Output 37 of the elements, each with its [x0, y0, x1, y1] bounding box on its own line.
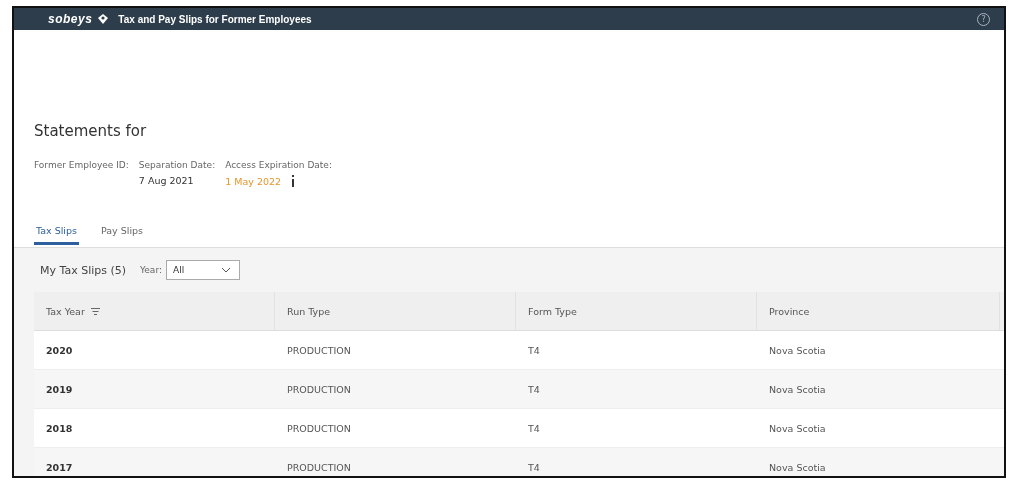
page-title: Statements for [34, 121, 148, 142]
table-cell: PRODUCTION [287, 422, 351, 434]
table-row[interactable]: 2020 PRODUCTION T4 Nova Scotia [34, 331, 1004, 370]
table-row[interactable]: 2018 PRODUCTION T4 Nova Scotia [34, 409, 1004, 448]
column-header[interactable]: Form Type [516, 292, 757, 330]
table-cell: PRODUCTION [287, 461, 351, 473]
table-title: My Tax Slips (5) [40, 263, 127, 277]
table-cell: Nova Scotia [769, 383, 826, 395]
app-title: Tax and Pay Slips for Former Employees [118, 13, 312, 25]
field-label: Former Employee ID: [34, 160, 129, 170]
table-cell: PRODUCTION [287, 383, 351, 395]
table-cell: T4 [528, 344, 540, 356]
column-header[interactable]: Tax Year [34, 292, 275, 330]
table-cell: T4 [528, 461, 540, 473]
filter-label: Year: [140, 265, 162, 275]
column-header[interactable]: Run Type [275, 292, 516, 330]
table-cell: Nova Scotia [769, 461, 826, 473]
tab[interactable]: Pay Slips [99, 221, 146, 245]
table-cell: Nova Scotia [769, 344, 826, 356]
table-cell: T4 [528, 383, 540, 395]
column-header[interactable]: Province [757, 292, 1000, 330]
table-cell: 2019 [46, 383, 73, 395]
field-value: 7 Aug 2021 [138, 175, 194, 186]
field-value: 1 May 2022 [225, 175, 282, 187]
filter-icon [90, 307, 100, 315]
table-cell: Nova Scotia [769, 422, 826, 434]
table-cell: 2020 [46, 344, 73, 356]
chevron-down-icon [220, 267, 231, 273]
info-icon [291, 175, 296, 187]
logo: sobeys [48, 12, 93, 26]
table-cell: T4 [528, 422, 540, 434]
field-label: Access Expiration Date: [225, 160, 332, 170]
field-label: Separation Date: [138, 160, 216, 170]
table-cell: 2018 [46, 422, 73, 434]
year-select[interactable]: All [165, 260, 240, 280]
table-cell: PRODUCTION [287, 344, 351, 356]
table-cell: 2017 [46, 461, 73, 473]
